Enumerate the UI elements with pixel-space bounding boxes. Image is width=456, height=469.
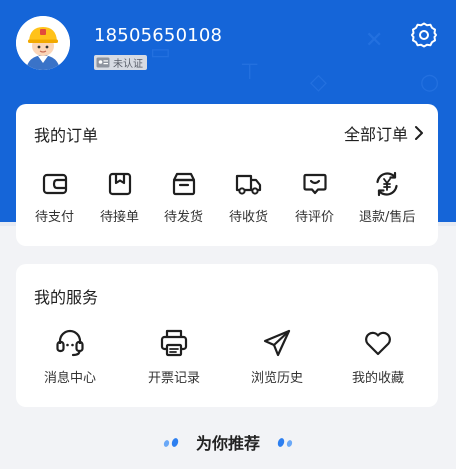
username: 18505650108 [94, 25, 223, 46]
chevron-right-icon [415, 126, 423, 140]
all-orders-label: 全部订单 [343, 125, 408, 144]
service-message-center-label: 消息中心 [44, 371, 97, 386]
order-refund-aftersale-label: 退款/售后 [359, 210, 416, 225]
avatar[interactable] [16, 16, 70, 70]
headset-icon [56, 329, 84, 357]
order-awaiting-acceptance[interactable]: 待接单 [100, 170, 139, 225]
worker-avatar-icon [16, 16, 70, 70]
box-icon [172, 172, 195, 196]
order-awaiting-shipment[interactable]: 待发货 [164, 170, 203, 225]
service-browse-history-label: 浏览历史 [251, 371, 304, 386]
refund-icon [376, 171, 398, 197]
drops-left-icon [162, 436, 180, 448]
id-card-icon [96, 57, 110, 68]
order-awaiting-receipt[interactable]: 待收货 [229, 170, 268, 225]
orders-title: 我的订单 [34, 126, 99, 145]
order-refund-aftersale[interactable]: 退款/售后 [359, 170, 415, 225]
decor-shape: ✕ [365, 28, 384, 53]
service-my-favorites[interactable]: 我的收藏 [352, 327, 404, 386]
send-icon [263, 329, 291, 357]
order-awaiting-acceptance-label: 待接单 [100, 210, 140, 225]
decor-shape: ○ [420, 70, 440, 95]
order-pending-payment-label: 待支付 [35, 210, 75, 225]
verify-status-badge[interactable]: 未认证 [94, 55, 147, 70]
service-my-favorites-label: 我的收藏 [352, 371, 405, 386]
orders-card: 我的订单 全部订单 待支付 待接单 待发货 待收货 待评价 退款/售后 [16, 104, 438, 246]
service-message-center[interactable]: 消息中心 [44, 327, 96, 386]
order-awaiting-review-label: 待评价 [295, 210, 335, 225]
services-title: 我的服务 [34, 288, 99, 307]
decor-shape: ⊤ [240, 60, 260, 85]
all-orders-link[interactable]: 全部订单 [344, 121, 424, 145]
order-awaiting-receipt-label: 待收货 [229, 210, 269, 225]
verify-status-text: 未认证 [113, 59, 143, 70]
truck-icon [235, 174, 261, 195]
service-invoice-records-label: 开票记录 [148, 371, 201, 386]
service-invoice-records[interactable]: 开票记录 [148, 327, 200, 386]
package-icon [108, 172, 131, 196]
recommend-title: 为你推荐 [195, 434, 260, 453]
order-pending-payment[interactable]: 待支付 [35, 170, 74, 225]
comment-icon [302, 173, 327, 195]
recommend-section-header: 为你推荐 [0, 430, 456, 454]
service-browse-history[interactable]: 浏览历史 [251, 327, 303, 386]
heart-icon [365, 331, 391, 356]
decor-shape: ◇ [310, 70, 327, 95]
drops-right-icon [276, 436, 294, 448]
wallet-icon [42, 173, 67, 195]
settings-gear-icon[interactable] [410, 21, 438, 49]
printer-icon [160, 329, 188, 357]
services-card: 我的服务 消息中心 开票记录 浏览历史 我的收藏 [16, 264, 438, 407]
order-awaiting-review[interactable]: 待评价 [295, 170, 334, 225]
order-awaiting-shipment-label: 待发货 [164, 210, 204, 225]
